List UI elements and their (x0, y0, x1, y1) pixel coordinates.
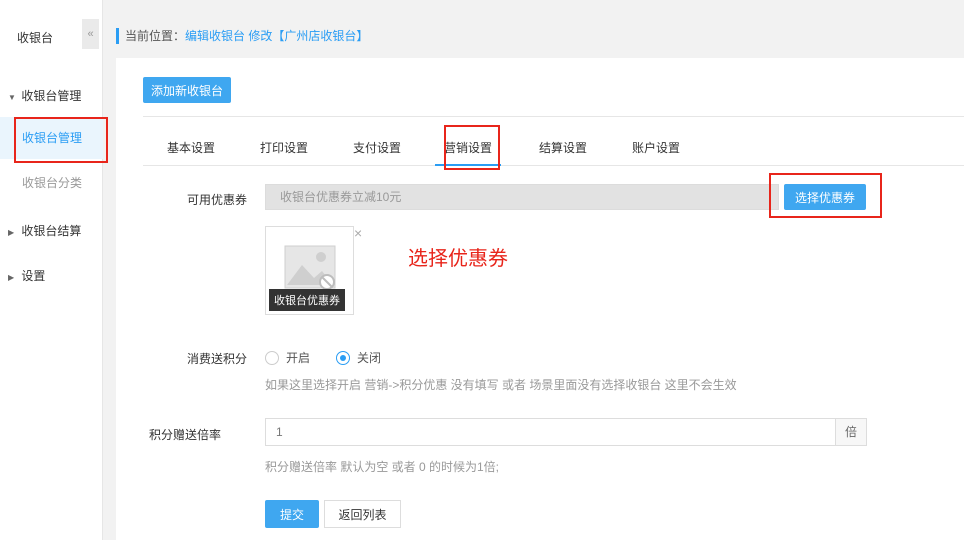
radio-points-off[interactable]: 关闭 (336, 349, 381, 366)
rate-help-text: 积分赠送倍率 默认为空 或者 0 的时候为1倍; (265, 460, 500, 474)
caret-right-icon: ▶ (8, 228, 15, 237)
caret-right-icon: ▶ (8, 273, 15, 282)
sidebar: 收银台 « ▼ 收银台管理 收银台管理 收银台分类 ▶ 收银台结算 ▶ 设置 (0, 0, 103, 540)
radio-label: 开启 (286, 351, 311, 365)
tab-bar: 基本设置 打印设置 支付设置 营销设置 结算设置 账户设置 (143, 116, 964, 166)
nav-group-label: 收银台管理 (21, 89, 82, 103)
tab-account-settings[interactable]: 账户设置 (630, 117, 682, 166)
image-placeholder-icon (284, 245, 336, 289)
breadcrumb-link[interactable]: 编辑收银台 修改【广州店收银台】 (185, 29, 368, 43)
annotation-box-button (769, 173, 882, 218)
nav-group-settings[interactable]: ▶ 设置 (8, 267, 45, 284)
rate-label: 积分赠送倍率 (148, 428, 221, 442)
rate-unit-addon: 倍 (835, 418, 867, 446)
main-panel: 添加新收银台 基本设置 打印设置 支付设置 营销设置 结算设置 账户设置 可用优… (116, 58, 964, 540)
sidebar-item-cashier-category[interactable]: 收银台分类 (0, 162, 103, 204)
radio-circle-icon (265, 350, 279, 365)
tab-settlement-settings[interactable]: 结算设置 (537, 117, 589, 166)
collapse-sidebar-icon[interactable]: « (82, 19, 99, 49)
nav-group-cashier-settlement[interactable]: ▶ 收银台结算 (8, 222, 81, 239)
tab-print-settings[interactable]: 打印设置 (258, 117, 310, 166)
points-help-text: 如果这里选择开启 营销->积分优惠 没有填写 或者 场景里面没有选择收银台 这里… (265, 378, 737, 392)
submit-button[interactable]: 提交 (265, 500, 319, 528)
close-icon[interactable]: × (354, 226, 362, 240)
nav-group-label: 设置 (21, 269, 46, 283)
radio-checked-icon (336, 350, 350, 365)
back-to-list-button[interactable]: 返回列表 (324, 500, 401, 528)
radio-points-on[interactable]: 开启 (265, 349, 310, 366)
coupon-card-label: 收银台优惠券 (269, 289, 345, 311)
coupon-field[interactable]: 收银台优惠券立减10元 (265, 184, 779, 210)
annotation-box-sidebar (14, 117, 108, 163)
breadcrumb-prefix: 当前位置： (125, 29, 186, 43)
coupon-thumbnail: 收银台优惠券 (265, 226, 354, 315)
tab-basic-settings[interactable]: 基本设置 (165, 117, 217, 166)
add-cashier-button[interactable]: 添加新收银台 (143, 77, 231, 103)
nav-group-label: 收银台结算 (21, 224, 82, 238)
points-label: 消费送积分 (186, 352, 247, 366)
tab-payment-settings[interactable]: 支付设置 (351, 117, 403, 166)
annotation-box-tab (444, 125, 500, 170)
annotation-text: 选择优惠券 (408, 246, 508, 270)
caret-down-icon: ▼ (8, 93, 16, 102)
breadcrumb: 当前位置：编辑收银台 修改【广州店收银台】 (116, 28, 368, 44)
app-title: 收银台 (17, 31, 54, 45)
radio-label: 关闭 (357, 351, 382, 365)
rate-input[interactable]: 1 (265, 418, 836, 446)
nav-group-cashier-management[interactable]: ▼ 收银台管理 (8, 87, 81, 104)
coupon-label: 可用优惠券 (186, 193, 247, 207)
